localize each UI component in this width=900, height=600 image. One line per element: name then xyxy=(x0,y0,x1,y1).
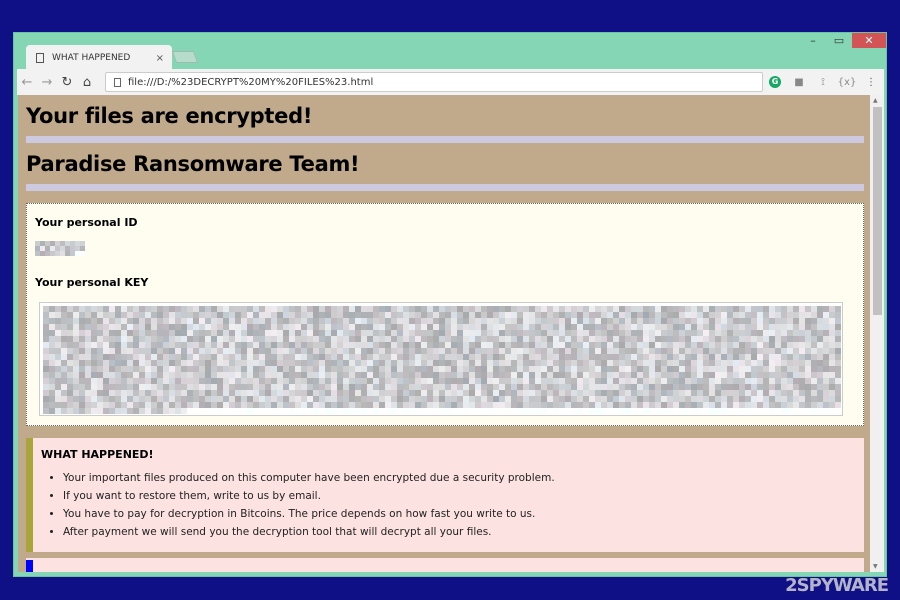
scroll-down-icon[interactable]: ▼ xyxy=(873,563,878,570)
personal-key-field[interactable] xyxy=(39,302,843,416)
maximize-icon[interactable]: ▭ xyxy=(826,34,852,47)
personal-id-label: Your personal ID xyxy=(35,216,138,229)
grammarly-icon[interactable]: G xyxy=(769,76,781,88)
extension-icon[interactable]: {x} xyxy=(835,77,859,88)
scroll-up-icon[interactable]: ▲ xyxy=(873,97,878,104)
list-item: You have to pay for decryption in Bitcoi… xyxy=(63,505,864,523)
browser-window: WHAT HAPPENED × – ▭ ✕ ← → ↻ ⌂ file:///D:… xyxy=(13,32,887,577)
personal-info-box: Your personal ID Your personal KEY xyxy=(26,203,864,426)
menu-icon[interactable]: ⋮ xyxy=(859,77,883,88)
toolbar: ← → ↻ ⌂ file:///D:/%23DECRYPT%20MY%20FIL… xyxy=(17,69,884,95)
what-happened-section: WHAT HAPPENED! Your important files prod… xyxy=(26,438,864,552)
tab-what-happened[interactable]: WHAT HAPPENED × xyxy=(26,45,172,71)
address-bar[interactable]: file:///D:/%23DECRYPT%20MY%20FILES%23.ht… xyxy=(105,72,763,92)
close-window-icon[interactable]: ✕ xyxy=(852,33,886,48)
reload-icon[interactable]: ↻ xyxy=(57,75,77,90)
new-tab-button[interactable] xyxy=(171,51,199,63)
heading-team: Paradise Ransomware Team! xyxy=(26,152,360,176)
url-text: file:///D:/%23DECRYPT%20MY%20FILES%23.ht… xyxy=(128,76,374,88)
scrollbar[interactable]: ▲ ▼ xyxy=(870,95,884,572)
personal-id-value-redacted xyxy=(35,241,855,256)
back-icon[interactable]: ← xyxy=(17,75,37,90)
next-section xyxy=(26,558,864,572)
page-icon xyxy=(36,53,44,63)
tab-title: WHAT HAPPENED xyxy=(52,53,131,63)
close-tab-icon[interactable]: × xyxy=(156,53,164,64)
personal-key-label: Your personal KEY xyxy=(35,276,149,289)
extension-icon[interactable]: ⟟ xyxy=(811,77,835,88)
accent-bar xyxy=(26,560,33,572)
extension-icon[interactable]: ■ xyxy=(787,77,811,88)
page-content: Your files are encrypted! Paradise Ranso… xyxy=(18,95,870,572)
heading-files-encrypted: Your files are encrypted! xyxy=(26,104,313,128)
page-icon xyxy=(114,77,121,87)
forward-icon[interactable]: → xyxy=(37,75,57,90)
personal-key-value-redacted xyxy=(43,306,841,414)
list-item: If you want to restore them, write to us… xyxy=(63,487,864,505)
list-item: Your important files produced on this co… xyxy=(63,469,864,487)
what-happened-list: Your important files produced on this co… xyxy=(63,469,864,541)
home-icon[interactable]: ⌂ xyxy=(77,75,97,90)
scrollbar-thumb[interactable] xyxy=(873,107,882,315)
divider xyxy=(26,184,864,191)
divider xyxy=(26,136,864,143)
watermark: 2SPYWARE xyxy=(785,575,889,596)
list-item: After payment we will send you the decry… xyxy=(63,523,864,541)
minimize-icon[interactable]: – xyxy=(800,34,826,47)
what-happened-title: WHAT HAPPENED! xyxy=(41,448,154,461)
